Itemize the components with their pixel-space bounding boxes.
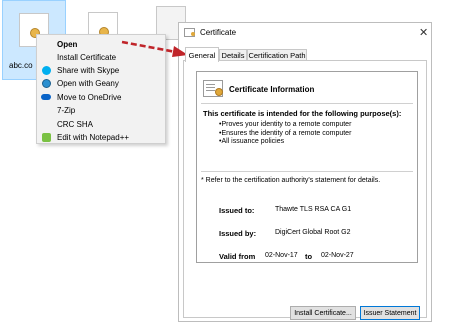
tab-strip: General Details Certification Path (183, 47, 427, 62)
close-icon[interactable]: ✕ (419, 26, 428, 39)
purpose-list: Proves your identity to a remote compute… (219, 121, 351, 147)
info-heading: Certificate Information (229, 85, 315, 94)
certificate-info-box: Certificate Information This certificate… (196, 71, 418, 263)
issued-by-label: Issued by: (219, 229, 257, 238)
issued-by-value: DigiCert Global Root G2 (275, 229, 351, 236)
valid-from-value: 02-Nov-17 (265, 252, 298, 259)
certificate-icon (203, 80, 223, 97)
menu-item-label: Open with Geany (57, 78, 119, 88)
menu-item-crc-sha[interactable]: CRC SHA (37, 117, 167, 131)
divider (201, 103, 413, 104)
install-certificate-button[interactable]: Install Certificate... (290, 306, 356, 320)
issued-to-label: Issued to: (219, 206, 255, 215)
window-title: Certificate (200, 28, 237, 37)
purpose-item: All issuance policies (219, 138, 351, 147)
red-dashed-arrow (121, 40, 188, 57)
desktop: abc.co Open Install Certificate Share wi… (0, 0, 474, 322)
menu-item-share-skype[interactable]: Share with Skype (37, 63, 167, 77)
menu-item-label: Edit with Notepad++ (57, 132, 130, 142)
menu-item-label: Install Certificate (57, 52, 117, 62)
menu-item-move-to-onedrive[interactable]: Move to OneDrive (37, 90, 167, 104)
issued-to-value: Thawte TLS RSA CA G1 (275, 206, 352, 213)
skype-icon (41, 65, 51, 75)
menu-item-edit-notepad-plus-plus[interactable]: Edit with Notepad++ (37, 130, 167, 144)
purpose-item: Ensures the identity of a remote compute… (219, 130, 351, 139)
menu-item-open-with-geany[interactable]: Open with Geany (37, 76, 167, 90)
menu-item-label: Share with Skype (57, 65, 120, 75)
valid-from-label: Valid from (219, 252, 256, 261)
certificate-dialog: Certificate ✕ General Details Certificat… (178, 22, 432, 322)
menu-item-label: Open (57, 39, 78, 49)
menu-item-label: Move to OneDrive (57, 92, 122, 102)
valid-to-value: 02-Nov-27 (321, 252, 354, 259)
issuer-statement-button[interactable]: Issuer Statement (360, 306, 420, 320)
menu-item-label: CRC SHA (57, 119, 94, 129)
purpose-heading: This certificate is intended for the fol… (203, 109, 402, 118)
title-bar[interactable]: Certificate ✕ (179, 23, 431, 43)
valid-to-label: to (305, 252, 313, 261)
geany-icon (41, 78, 51, 88)
general-tab-panel: Certificate Information This certificate… (183, 60, 427, 320)
tab-general[interactable]: General (185, 47, 219, 62)
purpose-item: Proves your identity to a remote compute… (219, 121, 351, 130)
menu-item-7zip[interactable]: 7-Zip (37, 103, 167, 117)
divider (201, 171, 413, 172)
menu-item-label: 7-Zip (57, 105, 76, 115)
onedrive-cloud-icon (41, 92, 51, 102)
file-name-label: abc.co (9, 61, 33, 70)
notepad-plus-plus-icon (41, 132, 51, 142)
refer-note: * Refer to the certification authority's… (201, 177, 381, 184)
